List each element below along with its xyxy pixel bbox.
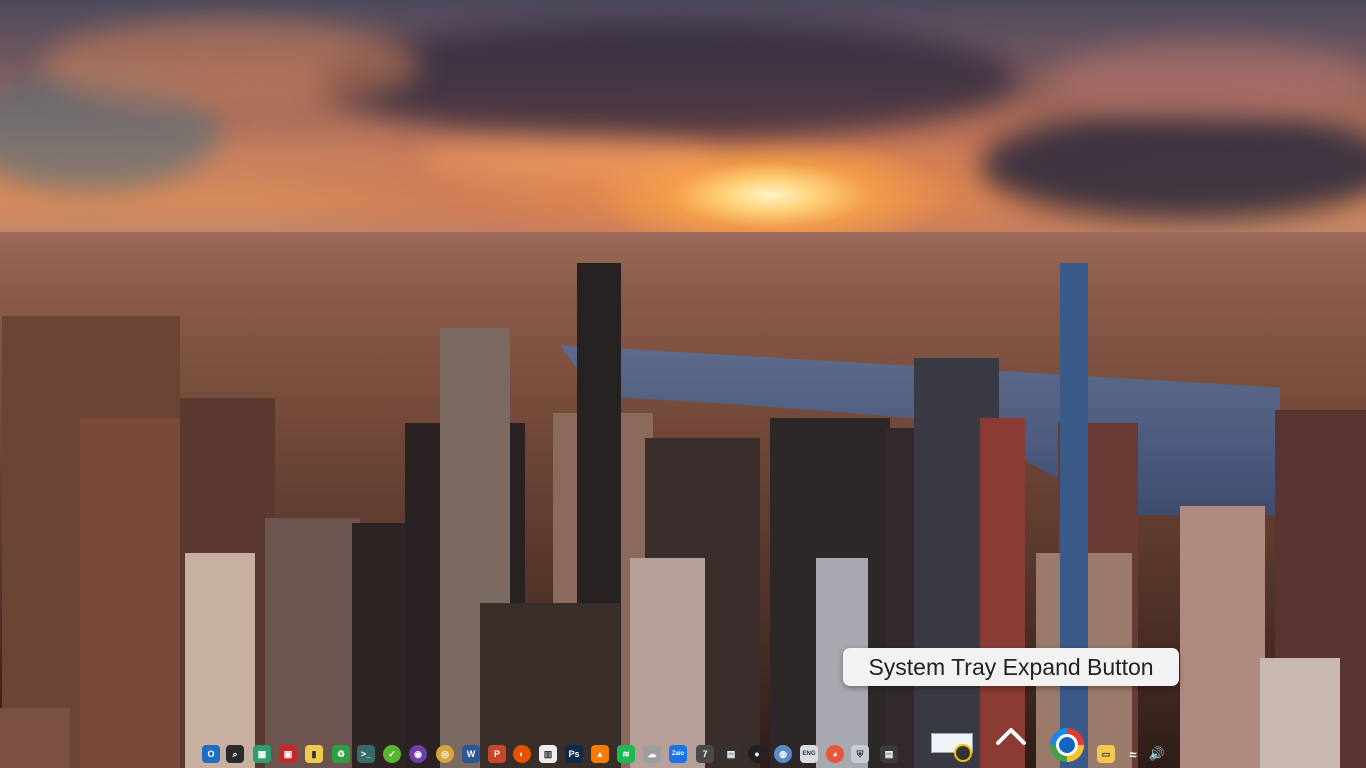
- building: [1180, 506, 1265, 768]
- help-icon[interactable]: [954, 744, 972, 762]
- flag-app-icon[interactable]: ▣: [279, 745, 297, 763]
- sticky-note-icon[interactable]: ▮: [305, 745, 323, 763]
- firefox-icon[interactable]: [1050, 728, 1084, 762]
- browser-icon[interactable]: ◐: [513, 745, 531, 763]
- building: [1060, 263, 1088, 768]
- powerpoint-icon[interactable]: P: [488, 745, 506, 763]
- disc-icon[interactable]: ●: [748, 745, 766, 763]
- photoshop-icon[interactable]: Ps: [565, 745, 583, 763]
- vlc-icon[interactable]: ▲: [591, 745, 609, 763]
- building: [980, 418, 1025, 768]
- word-icon[interactable]: W: [462, 745, 480, 763]
- photo-viewer-icon[interactable]: ◍: [774, 745, 792, 763]
- volume-icon[interactable]: 🔊: [1148, 745, 1166, 763]
- calendar-icon[interactable]: 7: [696, 745, 714, 763]
- github-icon[interactable]: ◉: [409, 745, 427, 763]
- system-tray-expand-button[interactable]: [993, 722, 1029, 750]
- cloud: [40, 20, 420, 110]
- chevron-up-icon: [996, 728, 1026, 745]
- cloud: [420, 140, 720, 180]
- spotify-icon[interactable]: ≋: [617, 745, 635, 763]
- cloud-icon[interactable]: ☁: [643, 745, 661, 763]
- folder-icon[interactable]: ▭: [1097, 745, 1115, 763]
- zalo-icon[interactable]: Zalo: [669, 745, 687, 763]
- cloud: [1050, 40, 1366, 120]
- edge-icon[interactable]: ◕: [826, 745, 844, 763]
- wifi-icon[interactable]: ≈: [1124, 745, 1142, 763]
- shield-icon[interactable]: ⛨: [851, 745, 869, 763]
- apps-grid-icon[interactable]: ▦: [253, 745, 271, 763]
- notification-icon[interactable]: ▤: [880, 745, 898, 763]
- recycle-icon[interactable]: ♻: [332, 745, 350, 763]
- cloud: [320, 20, 1020, 140]
- tooltip: System Tray Expand Button: [843, 648, 1179, 686]
- terminal-icon[interactable]: >_: [357, 745, 375, 763]
- outlook-icon[interactable]: O: [202, 745, 220, 763]
- trello-icon[interactable]: ▥: [539, 745, 557, 763]
- building: [265, 518, 360, 768]
- keyboard-icon[interactable]: ENG: [800, 745, 818, 763]
- search-icon[interactable]: ⌕: [226, 745, 244, 763]
- chrome-icon[interactable]: ◎: [436, 745, 454, 763]
- green-app-icon[interactable]: ✓: [383, 745, 401, 763]
- tooltip-text: System Tray Expand Button: [868, 653, 1154, 680]
- monitor-icon[interactable]: ▤: [722, 745, 740, 763]
